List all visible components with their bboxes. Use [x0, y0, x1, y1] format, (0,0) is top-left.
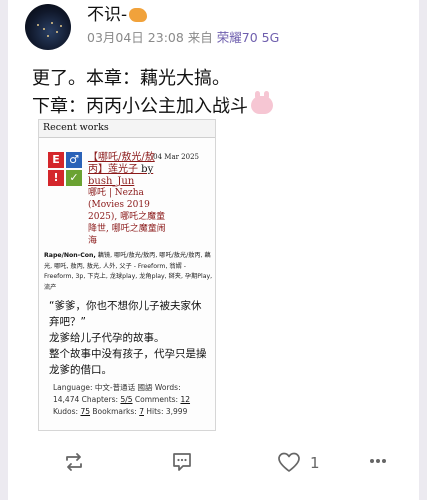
mm-category-icon: ♂: [66, 152, 82, 168]
like-count: 1: [310, 454, 320, 472]
stats-kudos-label: Kudos:: [53, 407, 81, 416]
avatar[interactable]: [25, 4, 71, 50]
image-header: Recent works: [39, 120, 215, 138]
more-icon: [370, 459, 386, 463]
post-meta: 03月04日 23:08 来自 荣耀70 5G: [87, 27, 279, 46]
post-text-line-2-text: 下章：丙丙小公主加入战斗: [32, 96, 248, 117]
work-date: 04 Mar 2025: [153, 153, 199, 161]
like-button[interactable]: [277, 452, 301, 473]
work-by: by: [138, 164, 154, 175]
post-date: 03月04日 23:08: [87, 30, 184, 45]
comment-button[interactable]: [171, 452, 193, 473]
work-fandom: 哪吒 | Nezha (Movies 2019 2025), 哪吒之魔童降世, …: [88, 188, 166, 246]
warning-tag: Rape/Non-Con,: [44, 252, 96, 259]
author-name-text: 不识-: [87, 5, 128, 25]
ao3-symbols-icon: E ♂ ! ✓: [48, 152, 84, 188]
summary-line-2: 龙爹给儿子代孕的故事。: [49, 332, 165, 344]
complete-check-icon: ✓: [66, 170, 82, 186]
post-text-line-1: 更了。本章：藕光大搞。: [32, 68, 230, 89]
stats-hits: Hits: 3,999: [144, 407, 188, 416]
emoji-icon: [129, 8, 148, 22]
source-prefix: 来自: [187, 30, 213, 45]
repost-button[interactable]: [63, 452, 85, 472]
stats-chapters: 5/5: [120, 395, 133, 404]
warning-icon: !: [48, 170, 64, 186]
explicit-rating-icon: E: [48, 152, 64, 168]
stats-kudos: 75: [80, 407, 91, 416]
heart-icon: [278, 452, 300, 472]
work-stats: Language: 中文-普通话 國語 Words: 14,474 Chapte…: [53, 382, 203, 418]
stats-bookmarks-label: Bookmarks:: [90, 407, 140, 416]
work-tags: Rape/Non-Con, 藕镜, 哪吒/敖光/敖丙, 哪吒/敖光/敖丙, 藕光…: [44, 251, 214, 293]
bunny-emoji-icon: [251, 91, 273, 114]
post-text-line-2: 下章：丙丙小公主加入战斗: [32, 91, 273, 118]
work-author: bush_Jun: [88, 176, 135, 187]
summary-line-3: 整个故事中没有孩子，代孕只是操龙爹的借口。: [49, 348, 207, 376]
action-bar: 1: [8, 452, 419, 476]
summary-line-1: “爹爹，你也不想你儿子被夫家休弃吧？”: [49, 300, 202, 328]
repost-icon: [66, 453, 82, 471]
stats-comments-label: Comments:: [132, 395, 181, 404]
post-card: 不识- 03月04日 23:08 来自 荣耀70 5G 更了。本章：藕光大搞。 …: [8, 0, 419, 500]
more-button[interactable]: [369, 458, 387, 464]
comment-icon: [173, 453, 191, 471]
stats-comments: 12: [180, 395, 191, 404]
author-name[interactable]: 不识-: [87, 0, 148, 25]
attached-image[interactable]: Recent works E ♂ ! ✓ 【哪吒/敖光/敖丙】莲光子 by bu…: [38, 119, 216, 431]
device-name[interactable]: 荣耀70 5G: [217, 30, 280, 45]
work-summary: “爹爹，你也不想你儿子被夫家休弃吧？” 龙爹给儿子代孕的故事。 整个故事中没有孩…: [49, 298, 211, 378]
